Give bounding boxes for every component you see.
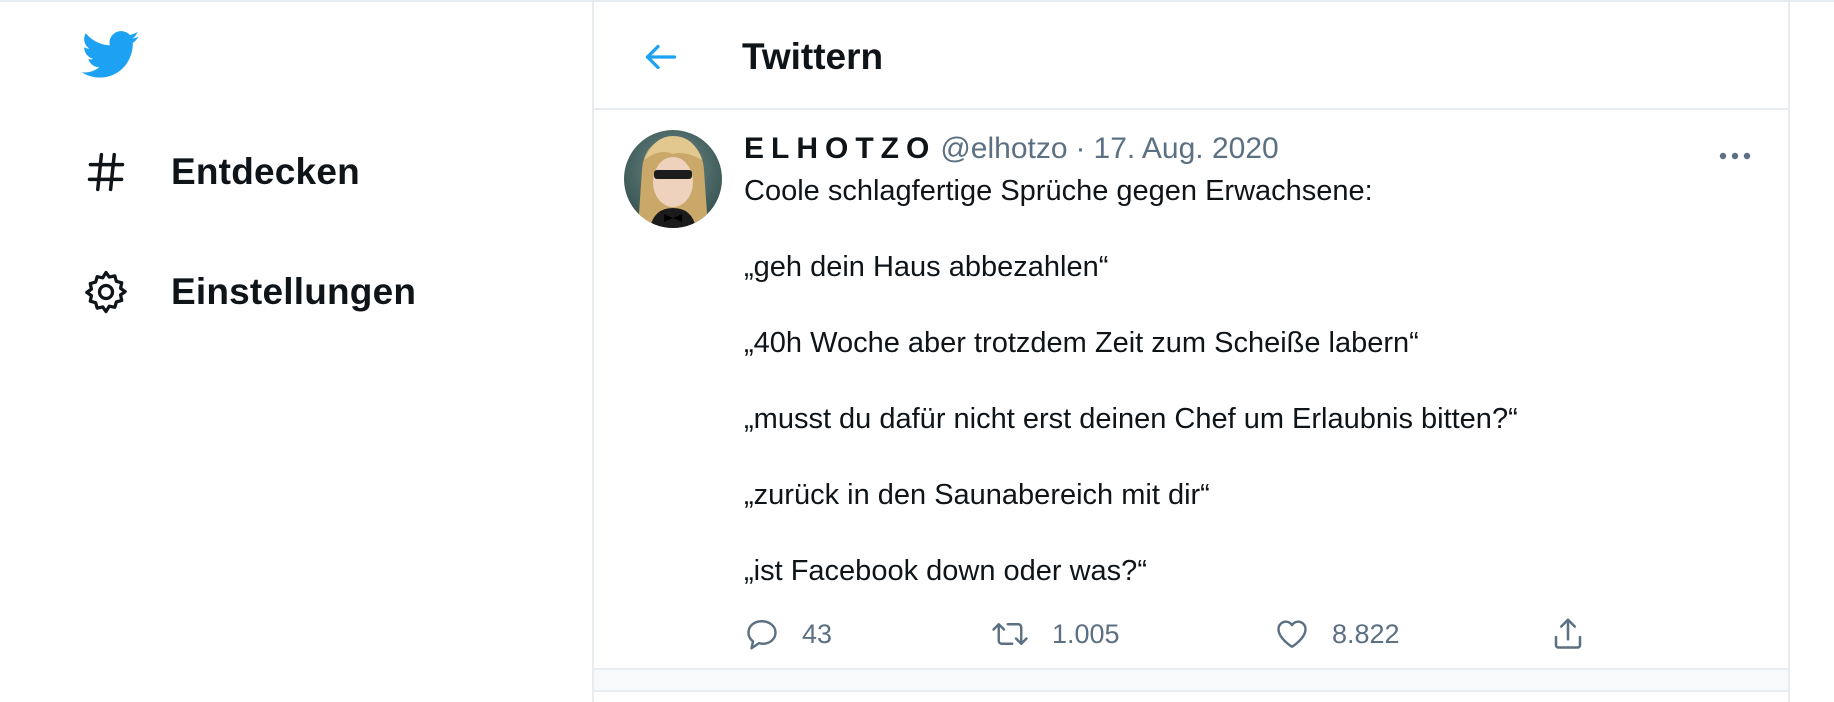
tweet-line: „ist Facebook down oder was?“ — [744, 555, 1147, 587]
retweet-button[interactable]: 1.005 — [990, 612, 1120, 656]
sidebar: Entdecken Einstellungen — [0, 0, 592, 702]
reply-icon — [747, 620, 777, 650]
share-icon — [1554, 618, 1582, 649]
tweet[interactable]: ELHOTZO @elhotzo · 17. Aug. 2020 Coole s… — [594, 110, 1788, 670]
page-header: Twittern — [594, 2, 1788, 110]
more-dots-icon — [1719, 152, 1751, 160]
tweet-line: „40h Woche aber trotzdem Zeit zum Scheiß… — [744, 327, 1419, 359]
more-options-button[interactable] — [1710, 136, 1760, 176]
tweet-date[interactable]: 17. Aug. 2020 — [1094, 132, 1279, 166]
retweet-icon — [992, 623, 1028, 645]
tweet-line: „musst du dafür nicht erst deinen Chef u… — [744, 403, 1518, 435]
separator-dot: · — [1075, 132, 1086, 165]
twitter-bird-icon[interactable] — [81, 30, 140, 80]
like-button[interactable]: 8.822 — [1274, 612, 1400, 656]
hashtag-icon — [80, 146, 132, 198]
tweet-line: Coole schlagfertige Sprüche gegen Erwach… — [744, 175, 1373, 207]
retweet-count: 1.005 — [1052, 618, 1120, 649]
sidebar-item-einstellungen[interactable]: Einstellungen — [80, 266, 416, 318]
user-handle[interactable]: @elhotzo — [940, 132, 1067, 166]
timeline-divider — [594, 670, 1788, 692]
heart-icon — [1277, 620, 1307, 648]
reply-count: 43 — [802, 618, 833, 649]
tweet-line: „zurück in den Saunabereich mit dir“ — [744, 479, 1210, 511]
main-column: Twittern ELHOTZO @elhotzo · 17. Aug. 202… — [592, 0, 1790, 702]
gear-icon — [80, 266, 132, 318]
sidebar-item-entdecken[interactable]: Entdecken — [80, 146, 360, 198]
tweet-actions: 43 1.005 8.822 — [744, 612, 1604, 656]
tweet-text: Coole schlagfertige Sprüche gegen Erwach… — [744, 172, 1704, 590]
display-name[interactable]: ELHOTZO — [744, 132, 936, 166]
like-count: 8.822 — [1332, 618, 1400, 649]
page-title: Twittern — [742, 36, 884, 77]
share-button[interactable] — [1550, 612, 1586, 656]
tweet-header: ELHOTZO @elhotzo · 17. Aug. 2020 — [744, 132, 1279, 166]
avatar[interactable] — [624, 130, 722, 228]
sidebar-item-label: Einstellungen — [171, 271, 417, 312]
reply-button[interactable]: 43 — [744, 612, 832, 656]
arrow-left-icon — [645, 44, 677, 70]
sidebar-item-label: Entdecken — [171, 151, 360, 192]
tweet-line: „geh dein Haus abbezahlen“ — [744, 251, 1109, 283]
back-button[interactable] — [636, 32, 686, 82]
